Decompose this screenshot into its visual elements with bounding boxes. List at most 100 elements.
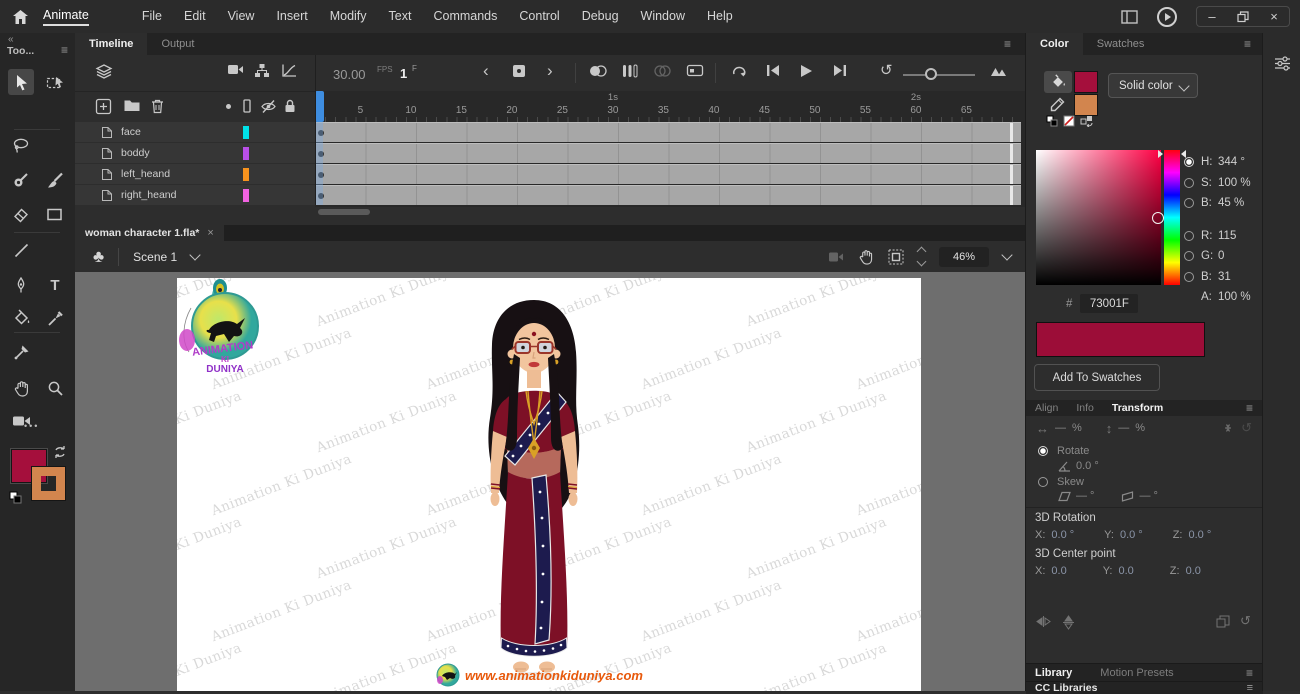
color-mode-radio[interactable]: [1184, 231, 1194, 241]
default-colors-icon[interactable]: [1046, 115, 1058, 127]
zoom-level-value[interactable]: 46%: [939, 247, 989, 267]
scale-height-value[interactable]: —: [1118, 422, 1129, 434]
previous-keyframe-icon[interactable]: ‹: [483, 62, 489, 79]
close-button[interactable]: ×: [1265, 9, 1283, 24]
layer-parenting-icon[interactable]: [254, 63, 270, 78]
color-component-value[interactable]: 344 °: [1218, 156, 1245, 168]
publish-play-icon[interactable]: [1156, 6, 1178, 28]
center-z-value[interactable]: 0.0: [1186, 565, 1201, 577]
tab-output[interactable]: Output: [147, 33, 208, 55]
reset-timeline-zoom-icon[interactable]: ↺: [880, 63, 893, 78]
layer-row-boddy[interactable]: boddy: [75, 143, 315, 163]
center-x-value[interactable]: 0.0: [1051, 565, 1066, 577]
edit-multiple-frames-icon[interactable]: [653, 63, 671, 79]
home-icon[interactable]: [12, 9, 29, 25]
duplicate-selection-icon[interactable]: [1216, 615, 1230, 628]
more-tools-icon[interactable]: •••: [24, 421, 39, 431]
tab-info[interactable]: Info: [1067, 402, 1103, 414]
flip-vertical-icon[interactable]: [1062, 615, 1075, 630]
minimize-button[interactable]: –: [1203, 9, 1221, 24]
document-tab-close-icon[interactable]: ×: [207, 227, 213, 239]
woman-character-illustration[interactable]: [462, 296, 607, 684]
timeline-zoom-slider-knob[interactable]: [925, 68, 937, 80]
pen-tool[interactable]: [8, 272, 34, 298]
flip-horizontal-icon[interactable]: [1036, 615, 1051, 628]
eraser-tool[interactable]: [8, 202, 34, 228]
color-component-value[interactable]: 45 %: [1218, 197, 1244, 209]
stage-hand-icon[interactable]: [858, 249, 874, 265]
layer-row-left_heand[interactable]: left_heand: [75, 164, 315, 184]
zoom-tool[interactable]: [42, 375, 68, 401]
cc-panel-menu-icon[interactable]: ≡: [1247, 682, 1253, 694]
onion-skin-outlines-icon[interactable]: [621, 63, 639, 79]
skew-horizontal-value[interactable]: — °: [1076, 490, 1094, 502]
next-keyframe-icon[interactable]: ›: [547, 62, 553, 79]
hand-tool[interactable]: [8, 375, 34, 401]
tab-color[interactable]: Color: [1026, 33, 1083, 55]
create-motion-tween-icon[interactable]: [686, 63, 704, 78]
menu-modify[interactable]: Modify: [319, 0, 378, 33]
layer-row-right_heand[interactable]: right_heand: [75, 185, 315, 205]
layer-color-chip[interactable]: [243, 126, 249, 139]
saturation-brightness-picker[interactable]: [1036, 150, 1161, 285]
loop-icon[interactable]: [730, 63, 748, 79]
zoom-chevron-icon[interactable]: [1001, 249, 1012, 260]
stage-canvas[interactable]: Animation Ki DuniyaAnimation Ki DuniyaAn…: [177, 278, 921, 691]
menu-help[interactable]: Help: [696, 0, 744, 33]
text-tool[interactable]: T: [42, 272, 68, 298]
color-component-value[interactable]: 100 %: [1218, 177, 1251, 189]
color-component-value[interactable]: 100 %: [1218, 291, 1251, 303]
color-panel-menu-icon[interactable]: ≡: [1244, 37, 1251, 51]
skew-vertical-value[interactable]: — °: [1139, 490, 1157, 502]
play-icon[interactable]: [798, 63, 814, 79]
hue-slider[interactable]: [1164, 150, 1180, 285]
frames-right_heand[interactable]: [315, 185, 1021, 205]
menu-window[interactable]: Window: [630, 0, 696, 33]
color-mode-radio[interactable]: [1184, 251, 1194, 261]
free-transform-tool[interactable]: [42, 69, 68, 95]
rectangle-tool[interactable]: [42, 202, 68, 228]
skew-radio[interactable]: [1038, 477, 1048, 487]
color-component-value[interactable]: 0: [1218, 250, 1224, 262]
tab-transform[interactable]: Transform: [1103, 402, 1172, 414]
graph-editor-icon[interactable]: [281, 63, 297, 78]
tab-cc-libraries[interactable]: CC Libraries: [1035, 682, 1097, 694]
step-forward-icon[interactable]: [832, 63, 848, 78]
scene-symbol-icon[interactable]: ♣: [93, 247, 104, 267]
rotation-z-value[interactable]: 0.0 °: [1188, 529, 1211, 541]
rotate-value[interactable]: 0.0 °: [1076, 460, 1099, 472]
reset-transform-icon[interactable]: ↺: [1240, 613, 1251, 629]
step-back-icon[interactable]: [765, 63, 781, 78]
fill-bucket-button[interactable]: [1044, 71, 1072, 93]
app-title[interactable]: Animate: [43, 8, 89, 26]
playhead[interactable]: [315, 91, 324, 122]
lasso-tool[interactable]: [8, 133, 34, 159]
transform-panel-menu-icon[interactable]: ≡: [1246, 401, 1253, 415]
add-to-swatches-button[interactable]: Add To Swatches: [1034, 364, 1160, 391]
color-component-value[interactable]: 115: [1218, 230, 1236, 242]
color-mode-radio[interactable]: [1184, 157, 1194, 167]
layer-row-face[interactable]: face: [75, 122, 315, 142]
insert-keyframe-icon[interactable]: [511, 63, 527, 79]
tab-library[interactable]: Library: [1035, 667, 1072, 679]
current-frame-value[interactable]: 1: [400, 66, 407, 81]
rotate-radio[interactable]: [1038, 446, 1048, 456]
restore-button[interactable]: [1237, 11, 1249, 23]
menu-view[interactable]: View: [217, 0, 266, 33]
layers-icon[interactable]: [95, 63, 113, 80]
tools-panel-menu-icon[interactable]: ≡: [61, 43, 68, 57]
frames-left_heand[interactable]: [315, 164, 1021, 184]
layer-color-chip[interactable]: [243, 147, 249, 160]
tab-align[interactable]: Align: [1026, 402, 1067, 414]
zoom-stepper[interactable]: [918, 248, 925, 265]
default-colors-icon[interactable]: [9, 491, 22, 504]
layer-color-chip[interactable]: [243, 189, 249, 202]
color-mode-radio[interactable]: [1184, 272, 1194, 282]
frames-boddy[interactable]: [315, 143, 1021, 163]
hex-value-input[interactable]: 73001F: [1080, 294, 1138, 313]
color-mode-radio[interactable]: [1184, 198, 1194, 208]
color-component-value[interactable]: 31: [1218, 271, 1231, 283]
library-panel-menu-icon[interactable]: ≡: [1246, 666, 1253, 680]
stroke-color-swatch[interactable]: [1074, 94, 1098, 116]
stage-camera-icon[interactable]: [828, 251, 844, 263]
